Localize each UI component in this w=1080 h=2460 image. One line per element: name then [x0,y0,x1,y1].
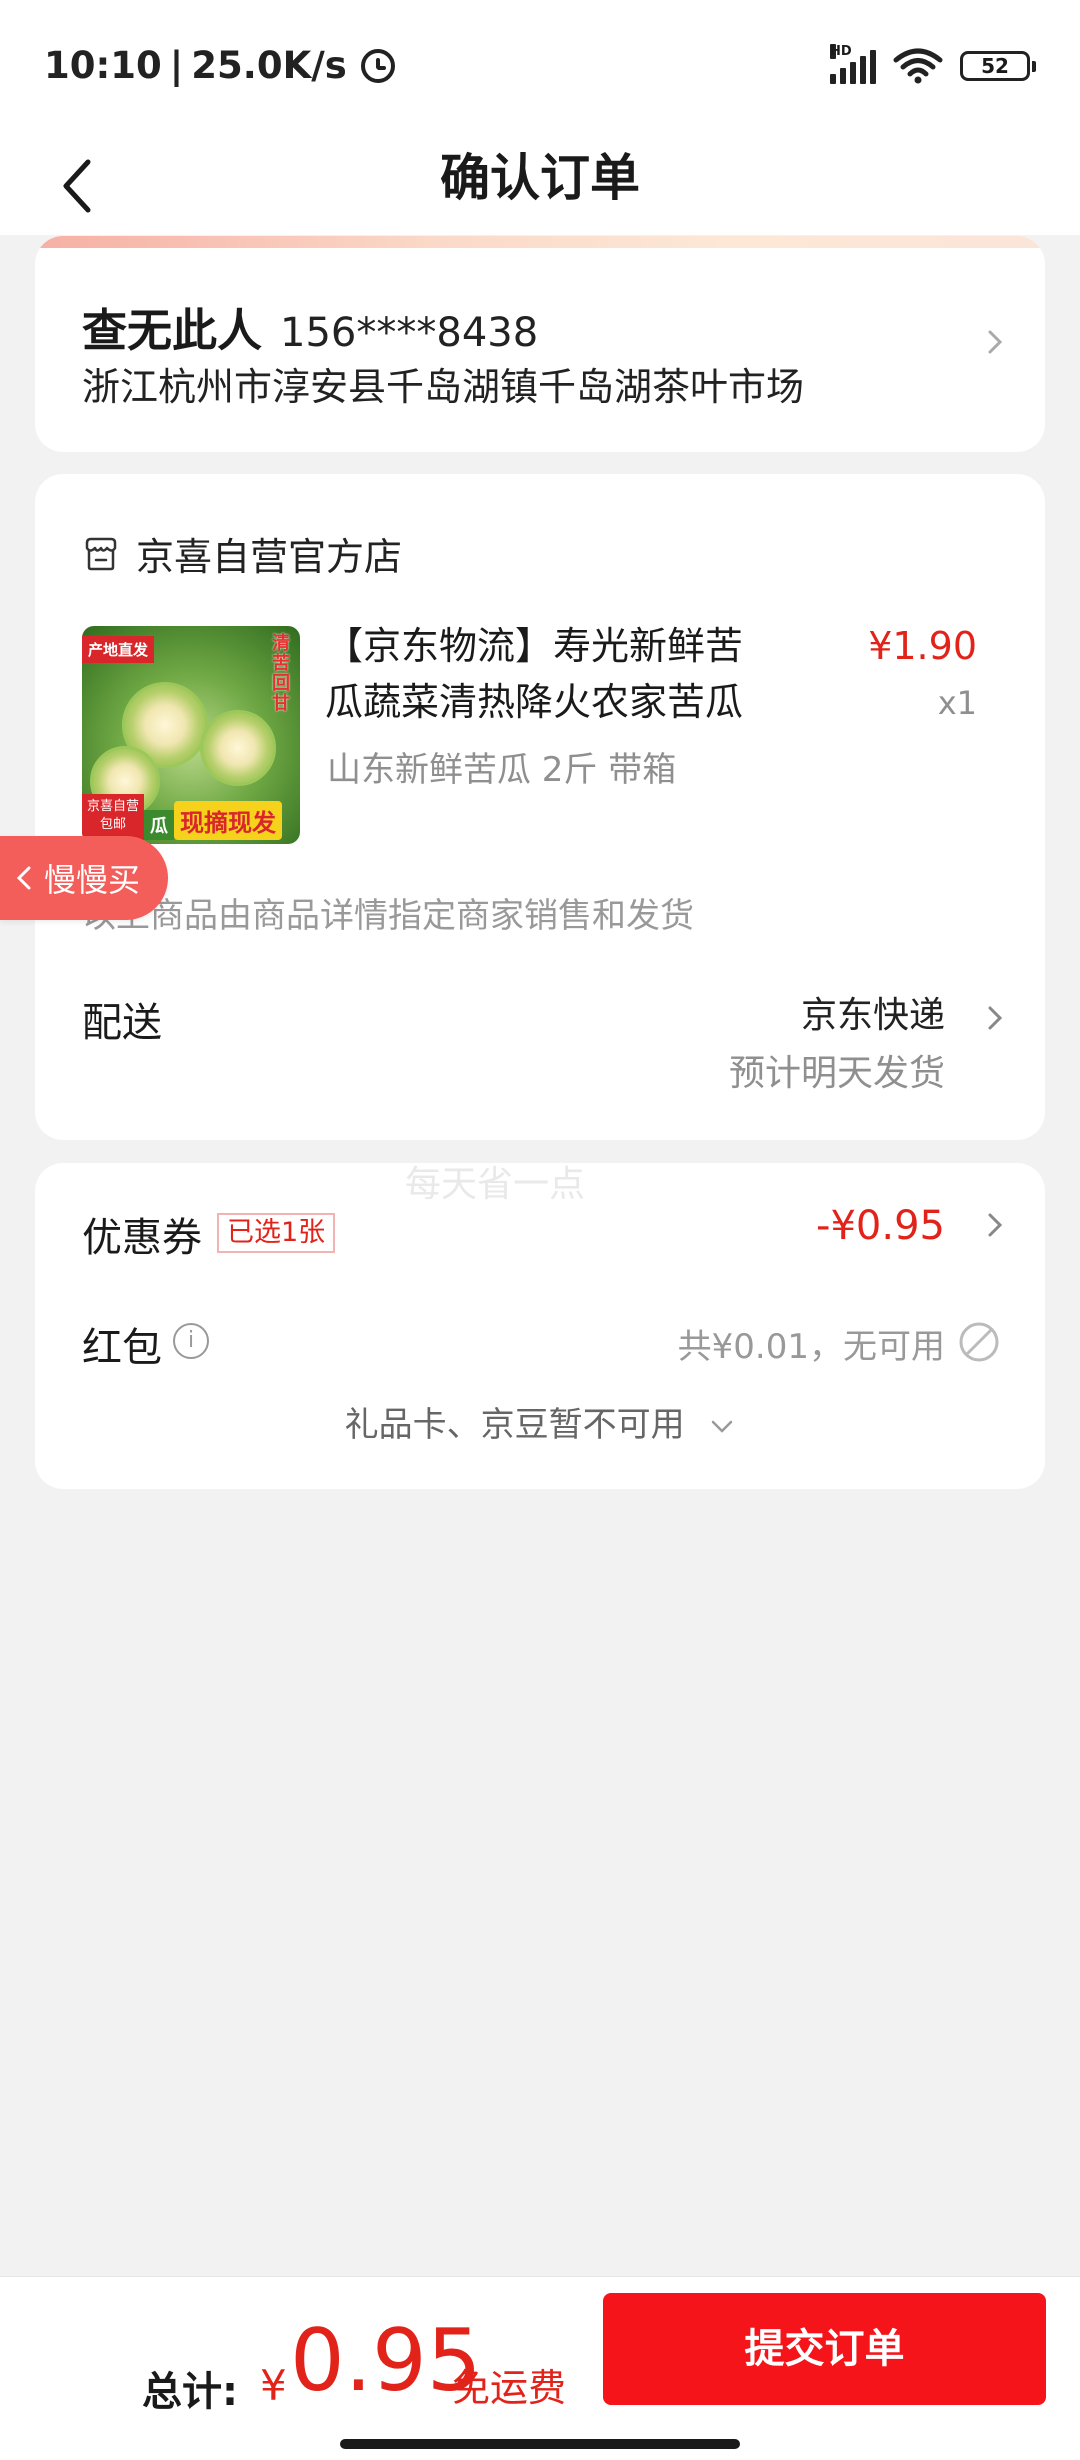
product-price: ¥1.90 [868,624,977,668]
battery-icon: 52 [960,51,1036,81]
product-title[interactable]: 【京东物流】寿光新鲜苦瓜蔬菜清热降火农家苦瓜 [325,618,755,730]
seller-note: 以上商品由商品详情指定商家销售和发货 [82,896,694,936]
signal-icon: HD [830,44,876,84]
slow-buy-floating-tab[interactable]: 慢慢买 [0,836,168,920]
delivery-chevron-right-icon[interactable] [980,998,1010,1038]
submit-order-button[interactable]: 提交订单 [603,2293,1046,2405]
giftcard-text: 礼品卡、京豆暂不可用 [344,1405,685,1445]
status-left: 10:10 | 25.0K/s [44,44,395,87]
giftcard-toggle[interactable]: 礼品卡、京豆暂不可用 [35,1397,1045,1446]
receiver-line: 查无此人 156****8438 [82,294,538,359]
header: 确认订单 [0,130,1080,235]
alarm-icon [360,48,395,83]
watermark-text: 每天省一点 [405,1164,586,1205]
image-tag-origin: 产地直发 [82,636,155,663]
status-time: 10:10 [44,44,162,87]
coupon-amount[interactable]: -¥0.95 [816,1203,945,1249]
wifi-icon [893,48,943,84]
product-image[interactable]: 产地直发 清苦回甘 京喜自营 包邮 瓜 现摘现发 [82,626,300,844]
page-title: 确认订单 [440,149,640,207]
address-chevron-right-icon [980,322,1010,362]
delivery-label: 配送 [82,1000,162,1046]
image-badge-melon: 瓜 [144,810,174,840]
image-vertical-text: 清苦回甘 [272,633,290,714]
bitter-melon-slice [200,710,276,786]
address-card[interactable]: 查无此人 156****8438 浙江杭州市淳安县千岛湖镇千岛湖茶叶市场 [35,236,1045,452]
status-divider: | [169,44,184,87]
chevron-down-icon [712,1420,733,1433]
info-icon[interactable]: i [173,1323,209,1359]
redpacket-label: 红包 [82,1325,162,1371]
delivery-eta: 预计明天发货 [728,1053,945,1094]
unavailable-icon [959,1322,999,1362]
receiver-phone: 156****8438 [280,310,539,356]
store-icon [85,537,117,570]
address-stripe [35,236,1045,248]
address-detail: 浙江杭州市淳安县千岛湖镇千岛湖茶叶市场 [82,365,805,409]
redpacket-status: 共¥0.01，无可用 [677,1327,945,1367]
product-spec: 山东新鲜苦瓜 2斤 带箱 [327,750,677,790]
free-shipping-label: 免运费 [452,2366,567,2410]
store-line[interactable]: 京喜自营官方店 [82,526,402,581]
image-badge-fresh: 现摘现发 [174,801,282,840]
status-bar: 10:10 | 25.0K/s HD 52 [0,0,1080,130]
bottom-bar: 总计: ¥ 0.95 免运费 提交订单 [0,2276,1080,2460]
home-indicator[interactable] [340,2439,740,2449]
chevron-left-icon [16,866,31,890]
receiver-name: 查无此人 [82,304,263,357]
coupon-selected-badge: 已选1张 [217,1213,336,1253]
delivery-method[interactable]: 京东快递 [801,986,945,1038]
coupon-label: 优惠券 [82,1215,202,1261]
total-label: 总计: [142,2369,238,2415]
coupon-chevron-right-icon[interactable] [980,1205,1010,1245]
total-currency: ¥ [260,2361,287,2410]
store-name: 京喜自营官方店 [136,535,403,579]
status-right: HD 52 [830,44,1036,84]
discount-card: 优惠券 已选1张 -¥0.95 红包 i 共¥0.01，无可用 礼品卡、京豆暂不… [35,1163,1045,1489]
product-quantity: x1 [937,684,977,722]
slow-buy-label: 慢慢买 [44,861,141,899]
order-card: 京喜自营官方店 产地直发 清苦回甘 京喜自营 包邮 瓜 现摘现发 【京东物流】寿… [35,474,1045,1140]
status-network-speed: 25.0K/s [191,44,347,87]
